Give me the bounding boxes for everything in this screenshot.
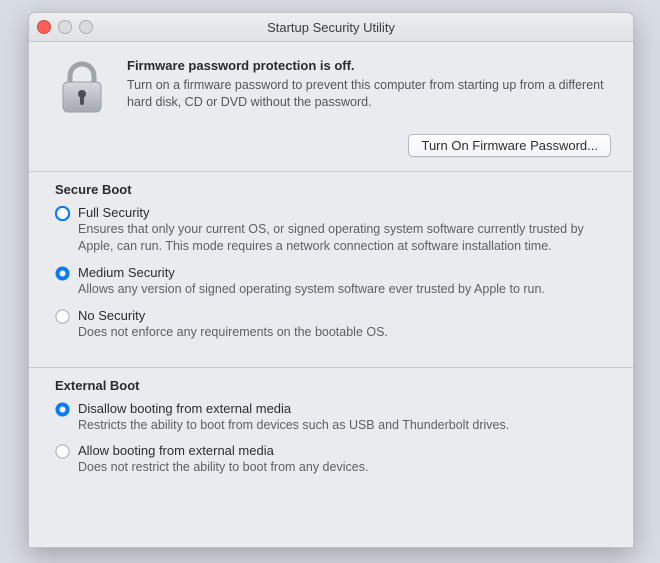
firmware-section: Firmware password protection is off. Tur… [29, 42, 633, 130]
window: Startup Security Utility Firmware passwo… [28, 12, 634, 548]
titlebar: Startup Security Utility [29, 13, 633, 42]
option-desc: Ensures that only your current OS, or si… [78, 221, 607, 255]
option-label: Full Security [78, 205, 607, 220]
firmware-body: Turn on a firmware password to prevent t… [127, 77, 609, 111]
option-desc: Does not restrict the ability to boot fr… [78, 459, 607, 476]
option-disallow-external[interactable]: Disallow booting from external media Res… [55, 399, 607, 442]
radio-icon[interactable] [55, 206, 70, 221]
firmware-heading: Firmware password protection is off. [127, 58, 609, 73]
radio-icon[interactable] [55, 309, 70, 324]
turn-on-firmware-password-button[interactable]: Turn On Firmware Password... [408, 134, 611, 157]
option-label: Allow booting from external media [78, 443, 607, 458]
external-boot-section: External Boot Disallow booting from exte… [29, 368, 633, 489]
option-desc: Does not enforce any requirements on the… [78, 324, 607, 341]
secure-boot-section: Secure Boot Full Security Ensures that o… [29, 172, 633, 353]
close-icon[interactable] [37, 20, 51, 34]
option-desc: Restricts the ability to boot from devic… [78, 417, 607, 434]
option-label: Medium Security [78, 265, 607, 280]
zoom-icon [79, 20, 93, 34]
option-label: Disallow booting from external media [78, 401, 607, 416]
firmware-text: Firmware password protection is off. Tur… [127, 58, 609, 116]
option-medium-security[interactable]: Medium Security Allows any version of si… [55, 263, 607, 306]
option-allow-external[interactable]: Allow booting from external media Does n… [55, 441, 607, 484]
option-desc: Allows any version of signed operating s… [78, 281, 607, 298]
minimize-icon [58, 20, 72, 34]
option-label: No Security [78, 308, 607, 323]
external-boot-title: External Boot [55, 378, 607, 393]
option-no-security[interactable]: No Security Does not enforce any require… [55, 306, 607, 349]
secure-boot-title: Secure Boot [55, 182, 607, 197]
radio-icon[interactable] [55, 266, 70, 281]
radio-icon[interactable] [55, 444, 70, 459]
lock-icon [53, 58, 111, 116]
window-title: Startup Security Utility [267, 20, 395, 35]
option-full-security[interactable]: Full Security Ensures that only your cur… [55, 203, 607, 263]
traffic-lights [37, 20, 93, 34]
radio-icon[interactable] [55, 402, 70, 417]
